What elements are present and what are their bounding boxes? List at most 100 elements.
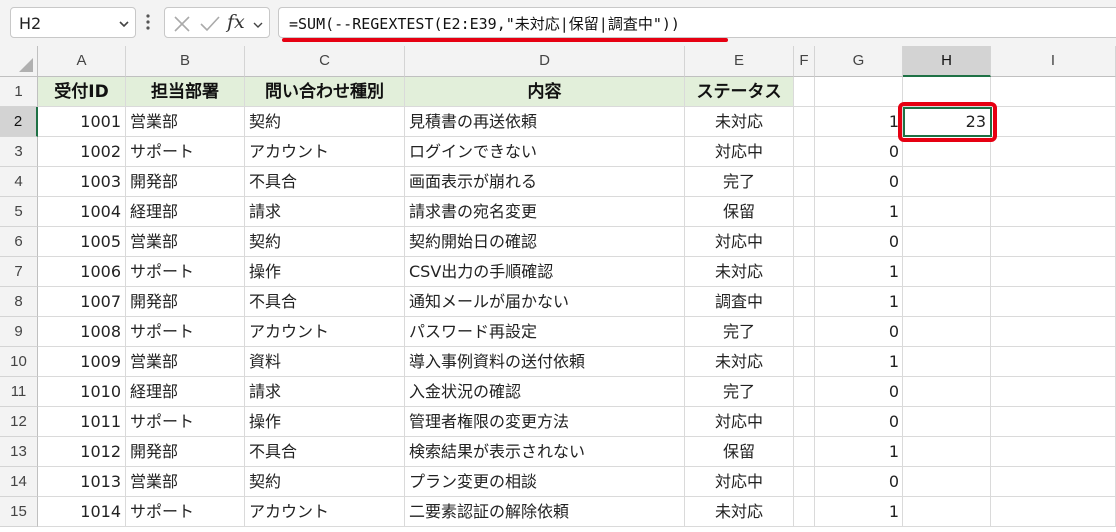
cell-match-flag[interactable]: 1 (815, 347, 903, 377)
empty-cell[interactable] (794, 167, 815, 197)
cell-department[interactable]: 開発部 (126, 167, 245, 197)
empty-cell[interactable] (903, 347, 991, 377)
column-header-f[interactable]: F (794, 46, 815, 77)
empty-cell[interactable] (794, 257, 815, 287)
row-header[interactable]: 1 (0, 77, 38, 107)
cell-match-flag[interactable]: 1 (815, 497, 903, 527)
cell-inquiry-type[interactable]: 操作 (245, 257, 405, 287)
row-header[interactable]: 4 (0, 167, 38, 197)
cancel-icon[interactable] (173, 15, 191, 33)
chevron-down-icon[interactable] (119, 19, 129, 29)
cell-content[interactable]: 二要素認証の解除依頼 (405, 497, 685, 527)
cell-status[interactable]: 保留 (685, 437, 794, 467)
cell-inquiry-type[interactable]: 不具合 (245, 167, 405, 197)
empty-cell[interactable] (903, 167, 991, 197)
cell-status[interactable]: 対応中 (685, 227, 794, 257)
row-header[interactable]: 13 (0, 437, 38, 467)
insert-function-icon[interactable]: fx (227, 11, 245, 33)
row-header[interactable]: 8 (0, 287, 38, 317)
cell-match-flag[interactable]: 0 (815, 167, 903, 197)
cell-content[interactable]: 入金状況の確認 (405, 377, 685, 407)
header-inquiry-type[interactable]: 問い合わせ種別 (245, 77, 405, 107)
cell-department[interactable]: サポート (126, 257, 245, 287)
empty-cell[interactable] (991, 167, 1116, 197)
cell-inquiry-type[interactable]: 契約 (245, 227, 405, 257)
cell-inquiry-type[interactable]: 不具合 (245, 287, 405, 317)
empty-cell[interactable] (903, 197, 991, 227)
cell-department[interactable]: 営業部 (126, 107, 245, 137)
empty-cell[interactable] (903, 257, 991, 287)
column-header-g[interactable]: G (815, 46, 903, 77)
empty-cell[interactable] (991, 317, 1116, 347)
column-header-h[interactable]: H (903, 46, 991, 77)
empty-cell[interactable] (815, 77, 903, 107)
cell-match-flag[interactable]: 0 (815, 377, 903, 407)
empty-cell[interactable] (794, 197, 815, 227)
cell-match-flag[interactable]: 0 (815, 137, 903, 167)
cell-content[interactable]: 見積書の再送依頼 (405, 107, 685, 137)
cell-id[interactable]: 1008 (38, 317, 126, 347)
empty-cell[interactable] (794, 77, 815, 107)
empty-cell[interactable] (794, 137, 815, 167)
cell-status[interactable]: 未対応 (685, 107, 794, 137)
cell-inquiry-type[interactable]: 不具合 (245, 437, 405, 467)
cell-match-flag[interactable]: 1 (815, 197, 903, 227)
empty-cell[interactable] (794, 497, 815, 527)
cell-status[interactable]: 未対応 (685, 347, 794, 377)
cell-department[interactable]: 経理部 (126, 197, 245, 227)
column-header-a[interactable]: A (38, 46, 126, 77)
cell-match-flag[interactable]: 1 (815, 287, 903, 317)
row-header[interactable]: 10 (0, 347, 38, 377)
cell-id[interactable]: 1002 (38, 137, 126, 167)
row-header[interactable]: 15 (0, 497, 38, 527)
header-id[interactable]: 受付ID (38, 77, 126, 107)
empty-cell[interactable] (903, 497, 991, 527)
chevron-down-icon[interactable] (253, 20, 263, 30)
cell-status[interactable]: 完了 (685, 377, 794, 407)
cell-content[interactable]: 請求書の宛名変更 (405, 197, 685, 227)
column-header-b[interactable]: B (126, 46, 245, 77)
row-header[interactable]: 2 (0, 107, 38, 137)
cell-id[interactable]: 1004 (38, 197, 126, 227)
cell-inquiry-type[interactable]: 請求 (245, 377, 405, 407)
name-box[interactable]: H2 (10, 7, 136, 38)
cell-status[interactable]: 完了 (685, 317, 794, 347)
cell-status[interactable]: 対応中 (685, 467, 794, 497)
cell-inquiry-type[interactable]: アカウント (245, 497, 405, 527)
cell-inquiry-type[interactable]: 操作 (245, 407, 405, 437)
empty-cell[interactable] (991, 497, 1116, 527)
header-content[interactable]: 内容 (405, 77, 685, 107)
cell-status[interactable]: 保留 (685, 197, 794, 227)
cell-status[interactable]: 未対応 (685, 497, 794, 527)
empty-cell[interactable] (903, 467, 991, 497)
empty-cell[interactable] (991, 407, 1116, 437)
empty-cell[interactable] (903, 317, 991, 347)
cell-department[interactable]: 営業部 (126, 347, 245, 377)
cell-id[interactable]: 1014 (38, 497, 126, 527)
cell-inquiry-type[interactable]: 契約 (245, 107, 405, 137)
cell-status[interactable]: 対応中 (685, 137, 794, 167)
cell-status[interactable]: 完了 (685, 167, 794, 197)
header-department[interactable]: 担当部署 (126, 77, 245, 107)
cell-id[interactable]: 1012 (38, 437, 126, 467)
cell-match-flag[interactable]: 1 (815, 107, 903, 137)
cell-content[interactable]: 導入事例資料の送付依頼 (405, 347, 685, 377)
cell-inquiry-type[interactable]: アカウント (245, 317, 405, 347)
cell-content[interactable]: プラン変更の相談 (405, 467, 685, 497)
cell-department[interactable]: サポート (126, 317, 245, 347)
cell-department[interactable]: 開発部 (126, 287, 245, 317)
empty-cell[interactable] (794, 317, 815, 347)
cell-inquiry-type[interactable]: 資料 (245, 347, 405, 377)
row-header[interactable]: 7 (0, 257, 38, 287)
empty-cell[interactable] (794, 107, 815, 137)
confirm-icon[interactable] (200, 15, 220, 33)
cell-department[interactable]: 営業部 (126, 467, 245, 497)
select-all-corner[interactable] (0, 46, 38, 77)
cell-department[interactable]: サポート (126, 137, 245, 167)
empty-cell[interactable] (991, 467, 1116, 497)
empty-cell[interactable] (991, 257, 1116, 287)
empty-cell[interactable] (991, 77, 1116, 107)
empty-cell[interactable] (991, 347, 1116, 377)
cell-id[interactable]: 1006 (38, 257, 126, 287)
row-header[interactable]: 12 (0, 407, 38, 437)
